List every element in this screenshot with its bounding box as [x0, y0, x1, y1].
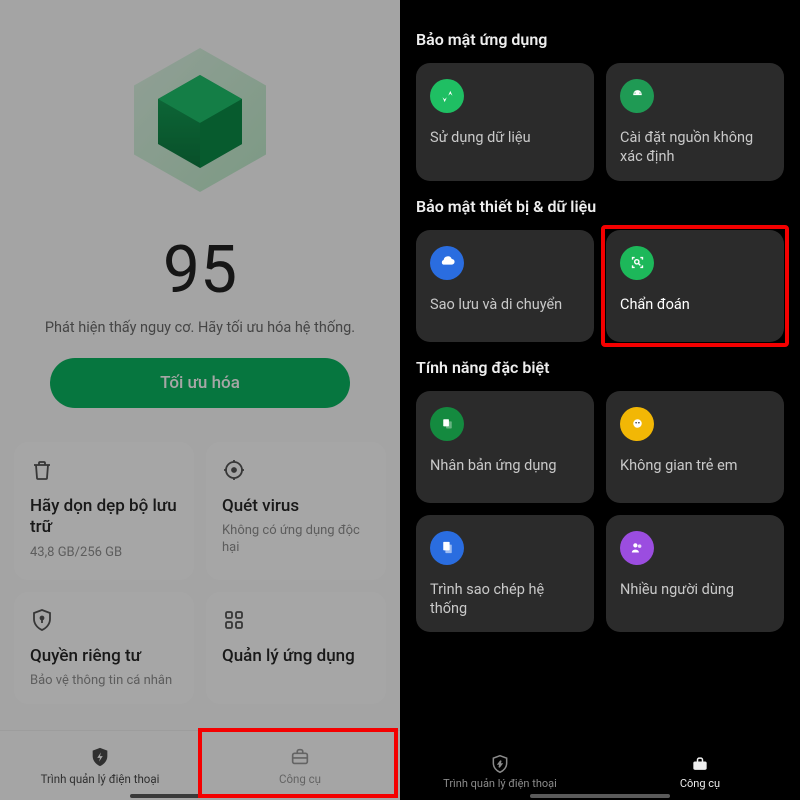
card-unknown-sources[interactable]: Cài đặt nguồn không xác định — [606, 63, 784, 181]
phone-manager-screen: 95 Phát hiện thấy nguy cơ. Hãy tối ưu hó… — [0, 0, 400, 800]
section-title-device-security: Bảo mật thiết bị & dữ liệu — [416, 197, 784, 216]
card-title: Không gian trẻ em — [620, 457, 770, 476]
card-title: Nhân bản ứng dụng — [430, 457, 580, 476]
tab-label: Trình quản lý điện thoại — [443, 777, 557, 790]
optimize-button-label: Tối ưu hóa — [160, 373, 240, 393]
card-subtitle: Không có ứng dụng độc hại — [222, 523, 370, 557]
tab-tools[interactable]: Công cụ — [600, 744, 800, 800]
tab-tools[interactable]: Công cụ — [200, 731, 400, 800]
bottom-nav: Trình quản lý điện thoại Công cụ — [400, 744, 800, 800]
cloud-icon — [430, 246, 464, 280]
card-cleanup-storage[interactable]: Hãy dọn dẹp bộ lưu trữ 43,8 GB/256 GB — [14, 442, 194, 580]
target-icon — [222, 458, 246, 482]
shield-key-icon — [30, 608, 54, 632]
card-kids-space[interactable]: Không gian trẻ em — [606, 391, 784, 503]
tab-phone-manager[interactable]: Trình quản lý điện thoại — [400, 744, 600, 800]
diagnose-scan-icon — [620, 246, 654, 280]
card-app-clone[interactable]: Nhân bản ứng dụng — [416, 391, 594, 503]
android-icon — [620, 79, 654, 113]
card-title: Trình sao chép hệ thống — [430, 581, 580, 619]
trash-icon — [30, 458, 54, 482]
card-diagnose[interactable]: Chẩn đoán — [606, 230, 784, 342]
tools-screen: Bảo mật ứng dụng Sử dụng dữ liệu Cài đặt… — [400, 0, 800, 800]
card-title: Hãy dọn dẹp bộ lưu trữ — [30, 496, 178, 539]
card-data-usage[interactable]: Sử dụng dữ liệu — [416, 63, 594, 181]
optimization-score: 95 — [0, 232, 400, 309]
card-privacy[interactable]: Quyền riêng tư Bảo vệ thông tin cá nhân — [14, 592, 194, 704]
highlight-diagnose — [601, 225, 789, 347]
card-backup-migrate[interactable]: Sao lưu và di chuyển — [416, 230, 594, 342]
card-app-management[interactable]: Quản lý ứng dụng — [206, 592, 386, 704]
card-title: Chẩn đoán — [620, 296, 770, 315]
card-system-cloner[interactable]: Trình sao chép hệ thống — [416, 515, 594, 633]
shield-bolt-icon — [89, 746, 111, 768]
card-title: Sao lưu và di chuyển — [430, 296, 580, 315]
card-title: Cài đặt nguồn không xác định — [620, 129, 770, 167]
card-title: Quyền riêng tư — [30, 646, 178, 667]
tab-phone-manager[interactable]: Trình quản lý điện thoại — [0, 731, 200, 800]
card-title: Nhiều người dùng — [620, 581, 770, 600]
home-indicator — [130, 794, 270, 798]
hero-graphic — [0, 0, 400, 240]
data-arrows-icon — [430, 79, 464, 113]
card-title: Quét virus — [222, 496, 370, 517]
users-icon — [620, 531, 654, 565]
cube-icon — [125, 45, 275, 195]
feature-grid: Hãy dọn dẹp bộ lưu trữ 43,8 GB/256 GB Qu… — [0, 442, 400, 704]
bottom-nav: Trình quản lý điện thoại Công cụ — [0, 730, 400, 800]
section-title-app-security: Bảo mật ứng dụng — [416, 30, 784, 49]
card-subtitle: 43,8 GB/256 GB — [30, 545, 178, 562]
toolbox-icon — [289, 746, 311, 768]
tab-label: Công cụ — [680, 777, 720, 790]
score-subtitle: Phát hiện thấy nguy cơ. Hãy tối ưu hóa h… — [0, 319, 400, 336]
copy-icon — [430, 531, 464, 565]
tab-label: Công cụ — [279, 772, 321, 786]
section-title-special-features: Tính năng đặc biệt — [416, 358, 784, 377]
kids-icon — [620, 407, 654, 441]
card-virus-scan[interactable]: Quét virus Không có ứng dụng độc hại — [206, 442, 386, 580]
optimize-button[interactable]: Tối ưu hóa — [50, 358, 350, 408]
card-multi-user[interactable]: Nhiều người dùng — [606, 515, 784, 633]
card-title: Quản lý ứng dụng — [222, 646, 370, 667]
shield-bolt-icon — [490, 754, 510, 774]
tab-label: Trình quản lý điện thoại — [41, 772, 160, 786]
card-title: Sử dụng dữ liệu — [430, 129, 580, 148]
home-indicator — [530, 794, 670, 798]
toolbox-icon — [690, 754, 710, 774]
card-subtitle: Bảo vệ thông tin cá nhân — [30, 673, 178, 690]
apps-grid-icon — [222, 608, 246, 632]
clone-icon — [430, 407, 464, 441]
